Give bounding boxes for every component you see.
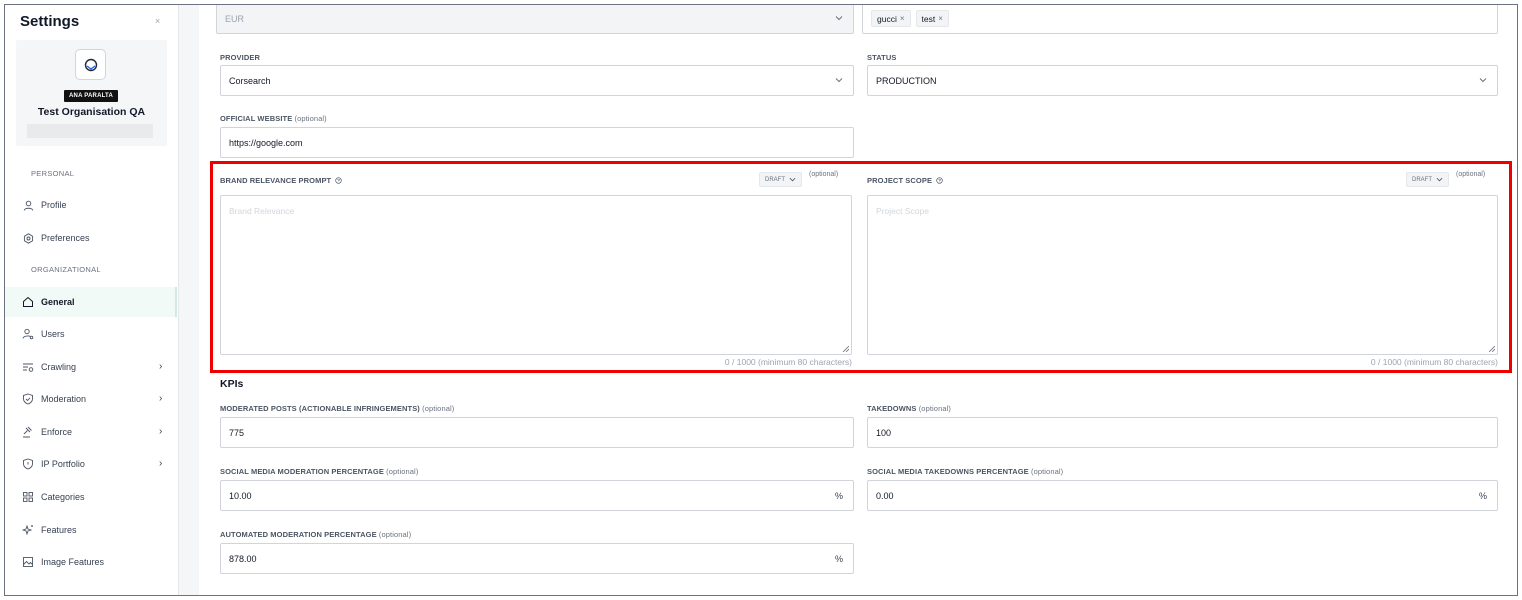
- chevron-down-icon: [835, 16, 843, 21]
- user-badge: ANA PARALTA: [64, 90, 118, 102]
- chevron-right-icon: ›: [159, 458, 163, 469]
- shield-icon: [22, 458, 34, 470]
- crawl-icon: [22, 361, 34, 373]
- sidebar-item-label: Users: [41, 329, 65, 339]
- status-select[interactable]: PRODUCTION: [867, 65, 1498, 96]
- chevron-down-icon: [835, 78, 843, 83]
- percent-suffix: %: [834, 554, 843, 564]
- tag-label: test: [921, 13, 936, 24]
- organisation-logo: [75, 49, 106, 80]
- sidebar-title: Settings: [20, 13, 80, 30]
- sidebar-item-label: Moderation: [41, 394, 87, 404]
- website-input[interactable]: https://google.com: [220, 127, 854, 158]
- section-organizational: ORGANIZATIONAL: [31, 265, 101, 274]
- website-value: https://google.com: [229, 137, 303, 148]
- tag-chip: test ×: [915, 10, 949, 27]
- sparkle-icon: [22, 524, 34, 536]
- provider-select[interactable]: Corsearch: [220, 65, 854, 96]
- social-moderation-pct-input[interactable]: 10.00 %: [220, 480, 854, 511]
- social-moderation-pct-value: 10.00: [229, 490, 252, 501]
- takedowns-input[interactable]: 100: [867, 417, 1498, 448]
- percent-suffix: %: [834, 491, 843, 501]
- tags-input[interactable]: gucci × test ×: [862, 5, 1498, 34]
- organisation-card: ANA PARALTA Test Organisation QA: [16, 40, 167, 146]
- social-takedowns-pct-value: 0.00: [876, 490, 894, 501]
- social-takedowns-pct-input[interactable]: 0.00 %: [867, 480, 1498, 511]
- sidebar-item-crawling[interactable]: Crawling ›: [5, 352, 177, 382]
- chevron-down-icon: [1479, 78, 1487, 83]
- chevron-right-icon: ›: [159, 361, 163, 372]
- user-icon: [22, 199, 34, 211]
- highlight-box: [210, 161, 1512, 373]
- sidebar-item-label: Profile: [41, 200, 67, 210]
- home-icon: [22, 296, 34, 308]
- sidebar-item-categories[interactable]: Categories: [5, 482, 177, 512]
- tag-label: gucci: [877, 13, 897, 24]
- status-label: STATUS: [867, 53, 897, 62]
- sidebar-item-enforce[interactable]: Enforce ›: [5, 417, 177, 447]
- users-icon: [22, 328, 34, 340]
- sidebar-item-general[interactable]: General: [5, 287, 177, 317]
- automated-moderation-pct-label: AUTOMATED MODERATION PERCENTAGE (optiona…: [220, 530, 412, 539]
- image-icon: [22, 556, 34, 568]
- social-moderation-pct-label: SOCIAL MEDIA MODERATION PERCENTAGE (opti…: [220, 467, 419, 476]
- website-label: OFFICIAL WEBSITE (optional): [220, 114, 327, 123]
- gear-icon: [22, 232, 34, 244]
- remove-tag-icon[interactable]: ×: [900, 14, 905, 23]
- chevron-right-icon: ›: [159, 393, 163, 404]
- organisation-placeholder-bar: [27, 124, 153, 138]
- section-personal: PERSONAL: [31, 169, 75, 178]
- sidebar-item-users[interactable]: Users: [5, 319, 177, 349]
- provider-value: Corsearch: [229, 75, 271, 86]
- sidebar-item-label: Categories: [41, 492, 85, 502]
- close-icon[interactable]: ×: [155, 16, 160, 26]
- automated-moderation-pct-value: 878.00: [229, 553, 257, 564]
- takedowns-label: TAKEDOWNS (optional): [867, 404, 951, 413]
- status-value: PRODUCTION: [876, 75, 937, 86]
- sidebar-item-moderation[interactable]: Moderation ›: [5, 384, 177, 414]
- kpis-heading: KPIs: [220, 378, 244, 390]
- moderated-posts-label: MODERATED POSTS (ACTIONABLE INFRINGEMENT…: [220, 404, 455, 413]
- logo-icon: [84, 58, 97, 71]
- gavel-icon: [22, 426, 34, 438]
- sidebar-gutter: [179, 5, 199, 595]
- sidebar-item-image-features[interactable]: Image Features: [5, 547, 177, 577]
- moderated-posts-input[interactable]: 775: [220, 417, 854, 448]
- organisation-name: Test Organisation QA: [37, 106, 146, 118]
- settings-window: Settings × ANA PARALTA Test Organisation…: [4, 4, 1518, 596]
- remove-tag-icon[interactable]: ×: [938, 14, 943, 23]
- sidebar-item-profile[interactable]: Profile: [5, 190, 177, 220]
- sidebar-item-label: Crawling: [41, 362, 77, 372]
- currency-select[interactable]: EUR: [216, 5, 854, 34]
- currency-value: EUR: [225, 13, 245, 24]
- social-takedowns-pct-label: SOCIAL MEDIA TAKEDOWNS PERCENTAGE (optio…: [867, 467, 1064, 476]
- provider-label: PROVIDER: [220, 53, 260, 62]
- automated-moderation-pct-input[interactable]: 878.00 %: [220, 543, 854, 574]
- percent-suffix: %: [1478, 491, 1487, 501]
- sidebar-item-preferences[interactable]: Preferences: [5, 223, 177, 253]
- sidebar-item-features[interactable]: Features: [5, 515, 177, 545]
- tag-chip: gucci ×: [871, 10, 911, 27]
- sidebar: Settings × ANA PARALTA Test Organisation…: [5, 5, 179, 595]
- grid-icon: [22, 491, 34, 503]
- takedowns-value: 100: [876, 427, 892, 438]
- sidebar-item-label: General: [41, 297, 75, 307]
- moderated-posts-value: 775: [229, 427, 245, 438]
- sidebar-item-label: Enforce: [41, 427, 73, 437]
- sidebar-item-label: Preferences: [41, 233, 90, 243]
- chevron-right-icon: ›: [159, 426, 163, 437]
- sidebar-item-label: Image Features: [41, 557, 105, 567]
- sidebar-item-ip-portfolio[interactable]: IP Portfolio ›: [5, 449, 177, 479]
- shield-check-icon: [22, 393, 34, 405]
- sidebar-item-label: Features: [41, 525, 77, 535]
- sidebar-item-label: IP Portfolio: [41, 459, 85, 469]
